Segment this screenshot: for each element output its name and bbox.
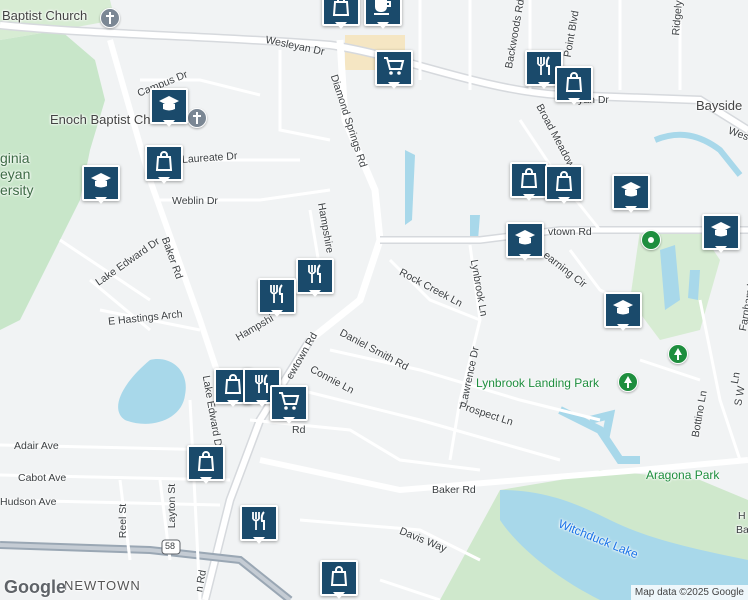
label-aragona-park: Aragona Park <box>646 468 720 482</box>
label-ln-right: Ln <box>728 371 743 385</box>
poi-pin-shopping-bag[interactable] <box>510 162 548 201</box>
poi-pin-restaurant[interactable] <box>258 278 296 317</box>
shopping-bag-icon <box>562 70 586 99</box>
shopping-bag-icon <box>327 564 351 593</box>
map-attribution[interactable]: Map data ©2025 Google <box>630 585 748 600</box>
pin-tail <box>523 194 535 201</box>
label-bayside: Bayside <box>696 98 743 113</box>
shopping-bag-icon <box>329 0 353 23</box>
church-poi-icon[interactable] <box>100 8 120 28</box>
label-layton-st: Layton St <box>166 483 179 529</box>
label-baker-rd-bot: Baker Rd <box>432 484 476 496</box>
pin-tail <box>256 400 268 407</box>
pin-tail <box>538 82 550 89</box>
pin-tail <box>617 324 629 331</box>
poi-pin-coffee[interactable] <box>364 0 402 29</box>
pin-tail <box>625 206 637 213</box>
label-adair: Adair Ave <box>14 440 59 452</box>
pin-tail <box>333 592 345 599</box>
poi-pin-shopping-cart[interactable] <box>270 385 308 424</box>
shopping-bag-icon <box>152 149 176 178</box>
pin-tail <box>558 197 570 204</box>
poi-pin-school[interactable] <box>82 165 120 204</box>
poi-pin-school[interactable] <box>150 88 188 127</box>
poi-pin-shopping-bag[interactable] <box>555 66 593 105</box>
pin-tail <box>158 177 170 184</box>
pin-tail <box>253 537 265 544</box>
pin-tail <box>200 477 212 484</box>
restaurant-icon <box>247 509 271 538</box>
poi-pin-shopping-bag[interactable] <box>545 165 583 204</box>
shopping-cart-icon <box>382 54 406 83</box>
label-rd-small: Rd <box>292 424 306 436</box>
google-logo[interactable]: Google <box>4 577 66 598</box>
label-ba-right: Ba <box>736 524 748 536</box>
park-poi-icon[interactable] <box>641 230 661 250</box>
shopping-bag-icon <box>194 449 218 478</box>
pin-tail <box>715 246 727 253</box>
coffee-icon <box>371 0 395 23</box>
label-lynbrook-landing: Lynbrook Landing Park <box>476 376 599 390</box>
pin-tail <box>309 290 321 297</box>
label-route-58: 58 <box>165 541 176 551</box>
poi-pin-shopping-bag[interactable] <box>320 560 358 599</box>
tree-poi-icon[interactable] <box>668 344 688 364</box>
poi-pin-shopping-bag[interactable] <box>145 145 183 184</box>
poi-pin-shopping-bag[interactable] <box>187 445 225 484</box>
label-newtown-top: vtown Rd <box>548 226 592 238</box>
pin-tail <box>283 417 295 424</box>
pin-tail <box>377 22 389 29</box>
shopping-bag-icon <box>552 169 576 198</box>
restaurant-icon <box>265 282 289 311</box>
label-hudson: Hudson Ave <box>0 496 57 508</box>
label-university-2: eyan <box>0 166 31 182</box>
school-icon <box>89 169 113 198</box>
school-icon <box>157 92 181 121</box>
label-newtown-area: NEWTOWN <box>64 578 141 593</box>
pin-tail <box>271 310 283 317</box>
poi-pin-shopping-bag[interactable] <box>322 0 360 29</box>
label-university-3: ersity <box>0 182 34 198</box>
pin-tail <box>388 82 400 89</box>
school-icon <box>709 218 733 247</box>
map-canvas[interactable]: Baptist Church Enoch Baptist Ch ginia ey… <box>0 0 748 600</box>
poi-pin-school[interactable] <box>702 214 740 253</box>
tree-poi-icon-2[interactable] <box>618 372 638 392</box>
pin-tail <box>568 98 580 105</box>
pin-tail <box>163 120 175 127</box>
label-h-right: H <box>738 510 746 522</box>
label-weblin: Weblin Dr <box>172 195 218 207</box>
label-baptist-church: Baptist Church <box>2 8 88 23</box>
poi-pin-restaurant[interactable] <box>240 505 278 544</box>
poi-pin-school[interactable] <box>604 292 642 331</box>
pin-tail <box>95 197 107 204</box>
label-enoch-baptist: Enoch Baptist Ch <box>50 112 151 127</box>
pin-tail <box>227 400 239 407</box>
shopping-bag-icon <box>221 372 245 401</box>
church-poi-icon-2[interactable] <box>187 108 207 128</box>
restaurant-icon <box>303 262 327 291</box>
shopping-bag-icon <box>517 166 541 195</box>
label-reel-st: Reel St <box>117 503 130 539</box>
poi-pin-school[interactable] <box>612 174 650 213</box>
label-cabot: Cabot Ave <box>18 472 67 484</box>
label-university-1: ginia <box>0 150 30 166</box>
shopping-cart-icon <box>277 389 301 418</box>
school-icon <box>611 296 635 325</box>
pin-tail <box>335 22 347 29</box>
school-icon <box>513 226 537 255</box>
poi-pin-restaurant[interactable] <box>296 258 334 297</box>
poi-pin-shopping-cart[interactable] <box>375 50 413 89</box>
pin-tail <box>519 254 531 261</box>
school-icon <box>619 178 643 207</box>
restaurant-icon <box>532 54 556 83</box>
poi-pin-school[interactable] <box>506 222 544 261</box>
